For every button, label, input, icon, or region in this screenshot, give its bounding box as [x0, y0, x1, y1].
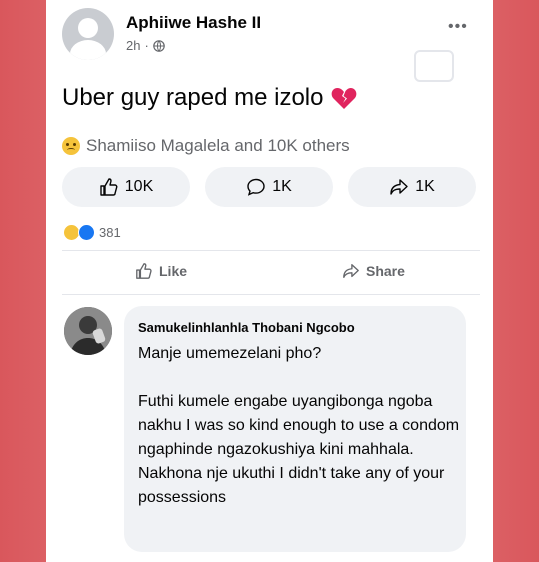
post-meta: 2h ·	[126, 38, 165, 53]
share-button[interactable]: Share	[342, 262, 405, 280]
share-count-button[interactable]: 1K	[348, 167, 476, 207]
reaction-stats[interactable]: 381	[64, 224, 121, 241]
comment-line: Manje umemezelani pho?	[138, 345, 322, 362]
profile-photo-icon	[64, 307, 112, 355]
commenter-avatar[interactable]	[64, 307, 112, 355]
comment-icon	[247, 178, 265, 196]
default-avatar-icon	[70, 18, 106, 60]
thumbs-up-icon	[100, 178, 118, 196]
more-options-button[interactable]: •••	[448, 18, 468, 36]
reactors-text: Shamiiso Magalela and 10K others	[86, 136, 350, 155]
like-count: 10K	[124, 178, 154, 195]
thumbs-up-icon	[136, 263, 152, 279]
overlay-box	[414, 50, 454, 82]
post-body: Uber guy raped me izolo	[62, 84, 357, 112]
share-count: 1K	[415, 178, 435, 195]
share-icon	[390, 179, 408, 195]
post-text: Uber guy raped me izolo	[62, 84, 324, 111]
reaction-count: 381	[99, 225, 121, 240]
comment-count-button[interactable]: 1K	[205, 167, 333, 207]
like-reaction-icon	[78, 224, 95, 241]
author-avatar[interactable]	[62, 8, 114, 60]
comment-count: 1K	[272, 178, 292, 195]
meta-separator: ·	[144, 38, 149, 53]
sad-reaction-icon	[62, 137, 80, 155]
comment-text: Manje umemezelani pho? Futhi kumele enga…	[138, 342, 463, 510]
divider	[62, 250, 480, 251]
more-icon: •••	[448, 18, 468, 35]
post-time[interactable]: 2h	[126, 38, 140, 53]
reactors-summary[interactable]: Shamiiso Magalela and 10K others	[62, 136, 350, 156]
like-button[interactable]: Like	[135, 262, 187, 280]
comment-author[interactable]: Samukelinhlanhla Thobani Ngcobo	[138, 320, 355, 335]
comment-line: Futhi kumele engabe uyangibonga ngoba na…	[138, 393, 460, 506]
divider	[62, 294, 480, 295]
like-count-button[interactable]: 10K	[62, 167, 190, 207]
globe-icon	[153, 39, 165, 52]
comment-bubble: Samukelinhlanhla Thobani Ngcobo Manje um…	[124, 306, 466, 552]
share-label: Share	[366, 263, 405, 279]
sad-reaction-icon	[64, 225, 79, 240]
broken-heart-icon	[332, 88, 357, 109]
post-author-name[interactable]: Aphiiwe Hashe II	[126, 13, 261, 33]
like-label: Like	[159, 263, 188, 279]
share-icon	[343, 264, 359, 278]
